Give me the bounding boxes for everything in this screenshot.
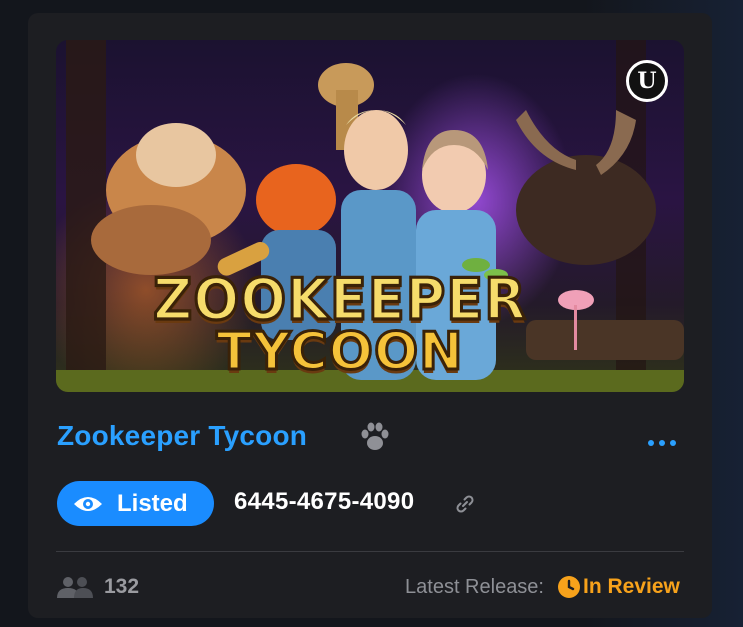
eye-icon	[74, 496, 102, 511]
release-status: In Review	[583, 575, 680, 598]
more-options-button[interactable]	[642, 431, 682, 455]
status-label: Listed	[117, 489, 188, 517]
latest-release-label: Latest Release:	[405, 576, 544, 598]
unreal-engine-logo-icon: U	[626, 60, 668, 102]
clock-icon	[558, 576, 580, 598]
divider	[56, 551, 684, 552]
thumbnail-logo-line2: TYCOON	[215, 321, 464, 384]
player-count: 132	[104, 575, 140, 598]
link-icon[interactable]	[454, 493, 476, 515]
island-title[interactable]: Zookeeper Tycoon	[57, 420, 307, 452]
island-code: 6445-4675-4090	[234, 488, 415, 515]
more-horizontal-icon	[648, 440, 654, 446]
users-icon	[57, 577, 93, 598]
paw-icon	[361, 422, 389, 450]
island-card: U ZOOKEEPER TYCOON Zookeeper Tycoon List…	[28, 13, 712, 618]
island-thumbnail[interactable]: U ZOOKEEPER TYCOON	[56, 40, 684, 392]
status-badge[interactable]: Listed	[57, 481, 214, 526]
